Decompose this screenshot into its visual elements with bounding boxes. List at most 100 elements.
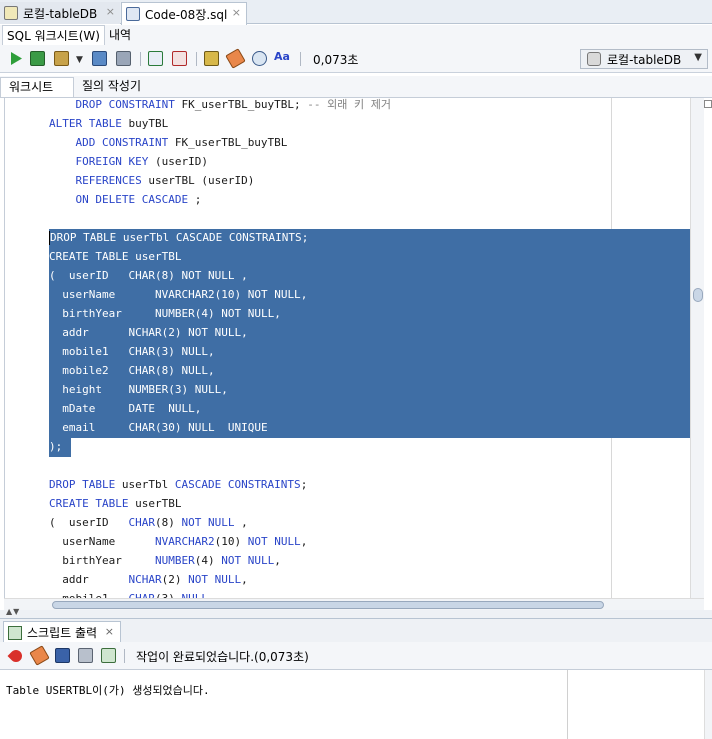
sql-text: (10): [214, 288, 248, 301]
sql-keyword: NULL: [181, 345, 208, 358]
sql-text: (3): [168, 383, 195, 396]
toolbar-separator: [124, 649, 125, 663]
sql-text: ,: [274, 307, 281, 320]
tab-label: 로컬-tableDB: [23, 6, 98, 21]
sql-text: addr: [49, 573, 129, 586]
code-line: userName NVARCHAR2(10) NOT NULL,: [49, 285, 391, 304]
sql-keyword: NOT NULL: [221, 554, 275, 567]
eraser-icon[interactable]: [29, 645, 50, 666]
sql-editor[interactable]: DROP CONSTRAINT FK_userTBL_buyTBL; -- 외래…: [4, 98, 704, 598]
unshared-sql-icon[interactable]: [204, 51, 219, 66]
sql-keyword: CASCADE CONSTRAINTS: [174, 478, 301, 491]
sql-text: height: [49, 383, 129, 396]
code-line: addr NCHAR(2) NOT NULL,: [49, 323, 391, 342]
sql-text: (3): [154, 345, 182, 358]
tab-script-output[interactable]: 스크립트 출력 ×: [3, 621, 121, 643]
sql-text: ,: [300, 535, 308, 548]
sql-keyword: NVARCHAR2: [154, 535, 215, 548]
tab-history[interactable]: 내역: [105, 25, 135, 45]
sql-text: (8): [154, 516, 182, 529]
sql-keyword: CHAR: [128, 345, 155, 358]
sql-keyword: NVARCHAR2: [154, 288, 215, 301]
tab-code-08-sql[interactable]: Code-08장.sql ×: [121, 2, 247, 25]
code-line: email CHAR(30) NULL UNIQUE: [49, 418, 391, 437]
tab-sql-worksheet[interactable]: SQL 워크시트(W): [2, 25, 105, 45]
sql-text: mDate: [49, 402, 129, 415]
close-icon[interactable]: ×: [105, 625, 114, 638]
overview-marker: [704, 100, 712, 108]
clear-icon[interactable]: [225, 48, 246, 69]
sql-text: userTBL: [128, 250, 182, 263]
commit-icon[interactable]: [148, 51, 163, 66]
sql-text: email: [49, 421, 129, 434]
sql-keyword: NUMBER: [154, 307, 195, 320]
worksheet-tabs: 워크시트 질의 작성기: [0, 76, 712, 98]
sql-keyword: NUMBER: [154, 554, 195, 567]
autotrace-icon[interactable]: [92, 51, 107, 66]
close-icon[interactable]: ×: [232, 6, 241, 19]
format-icon[interactable]: Aa: [274, 50, 290, 63]
horizontal-scrollbar[interactable]: [4, 598, 704, 610]
sql-keyword: UNIQUE: [227, 421, 268, 434]
sql-keyword: NCHAR: [128, 326, 162, 339]
sql-text: FK_userTBL_buyTBL;: [174, 98, 308, 111]
code-line: birthYear NUMBER(4) NOT NULL,: [49, 304, 391, 323]
document-tab-bar: 로컬-tableDB × Code-08장.sql ×: [0, 0, 712, 25]
rollback-icon[interactable]: [172, 51, 187, 66]
code-line: ALTER TABLE buyTBL: [49, 114, 391, 133]
sql-text: (2): [161, 326, 189, 339]
code-lines: DROP CONSTRAINT FK_userTBL_buyTBL; -- 외래…: [49, 98, 391, 598]
save-icon[interactable]: [55, 648, 70, 663]
script-output-icon: [8, 625, 22, 640]
print-icon[interactable]: [78, 648, 93, 663]
sql-text: );: [49, 440, 63, 453]
run-script-icon[interactable]: [30, 51, 45, 66]
sql-keyword: DATE: [128, 402, 155, 415]
sql-keyword: NULL: [168, 402, 195, 415]
scroll-thumb[interactable]: [693, 288, 703, 302]
sql-text: (userID): [148, 155, 208, 168]
sql-text: userName: [49, 535, 155, 548]
sql-keyword: NOT NULL: [247, 535, 301, 548]
collapse-arrows-icon[interactable]: ▲▼: [6, 607, 20, 616]
chevron-down-icon[interactable]: ▼: [76, 55, 83, 65]
sql-tuning-icon[interactable]: [116, 51, 131, 66]
explain-plan-icon[interactable]: [54, 51, 69, 66]
tab-local-tabledb[interactable]: 로컬-tableDB ×: [0, 2, 120, 24]
sql-keyword: DROP TABLE: [49, 478, 116, 491]
tab-query-builder[interactable]: 질의 작성기: [74, 77, 149, 97]
task-status: 작업이 완료되었습니다.(0,073초): [136, 650, 309, 664]
code-line: ( userID CHAR(8) NOT NULL ,: [49, 266, 391, 285]
close-icon[interactable]: ×: [106, 5, 115, 18]
sql-text: ,: [300, 288, 308, 301]
sql-text: birthYear: [49, 554, 155, 567]
output-message: Table USERTBL이(가) 생성되었습니다.: [6, 684, 210, 697]
sql-keyword: NULL: [188, 421, 215, 434]
pin-icon[interactable]: [7, 647, 25, 665]
tab-worksheet[interactable]: 워크시트: [0, 77, 74, 97]
script-output-pane[interactable]: Table USERTBL이(가) 생성되었습니다.: [0, 670, 712, 739]
code-line: mobile2 CHAR(8) NULL,: [49, 361, 391, 380]
connection-select[interactable]: 로컬-tableDB ▼: [580, 49, 708, 69]
sql-text: buyTBL: [121, 117, 169, 130]
scroll-thumb[interactable]: [52, 601, 604, 609]
toolbar-separator: [300, 52, 301, 66]
run-statement-icon[interactable]: [8, 51, 23, 66]
code-line: CREATE TABLE userTBL: [49, 494, 391, 513]
execution-time: 0,073초: [313, 53, 359, 67]
code-line: );: [49, 437, 391, 456]
sql-keyword: ON DELETE CASCADE: [75, 193, 189, 206]
panel-splitter[interactable]: ▲▼: [0, 607, 712, 618]
sql-keyword: NOT NULL: [188, 573, 242, 586]
tab-label: 스크립트 출력: [27, 626, 98, 640]
history-icon[interactable]: [252, 51, 267, 66]
code-line: mobile1 CHAR(3) NULL,: [49, 342, 391, 361]
vertical-scrollbar[interactable]: [704, 670, 712, 739]
script-output-icon[interactable]: [101, 648, 116, 663]
vertical-scrollbar[interactable]: [690, 98, 704, 598]
sql-text: userTBL: [128, 497, 182, 510]
sql-text: ;: [301, 231, 309, 244]
